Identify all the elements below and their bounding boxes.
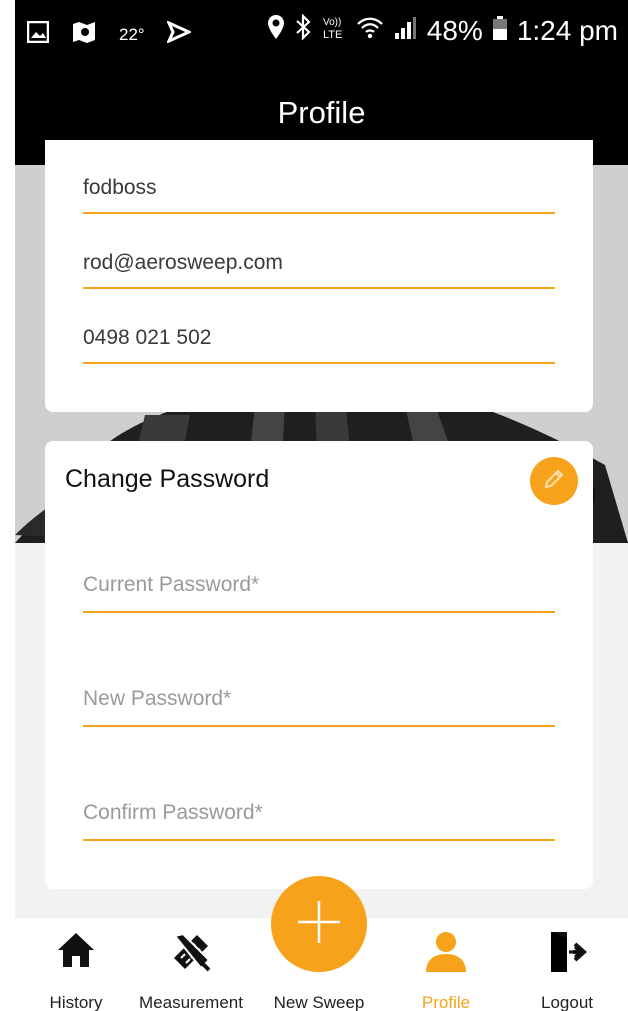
confirm-password-input[interactable]: Confirm Password* [83, 769, 555, 841]
bluetooth-icon [295, 13, 311, 47]
page-title: Profile [277, 95, 366, 130]
nav-logout-label: Logout [541, 993, 593, 1011]
logout-icon [547, 930, 588, 979]
confirm-password-placeholder: Confirm Password* [83, 801, 263, 824]
new-sweep-label: New Sweep [273, 993, 365, 1011]
person-icon [424, 930, 468, 979]
username-value: fodboss [83, 176, 157, 199]
edit-password-button[interactable] [530, 457, 578, 505]
signal-icon [393, 15, 417, 47]
battery-icon [492, 15, 507, 47]
svg-text:LTE: LTE [323, 29, 342, 40]
phone-value: 0498 021 502 [83, 326, 212, 349]
nav-logout[interactable]: Logout [506, 918, 628, 1011]
ruler-pencil-icon [169, 930, 213, 979]
username-field[interactable]: fodboss [83, 140, 555, 214]
phone-field[interactable]: 0498 021 502 [83, 289, 555, 364]
gallery-notification-icon [26, 20, 50, 48]
profile-info-card: fodboss rod@aerosweep.com 0498 021 502 [45, 140, 593, 412]
temperature-text: 22° [119, 24, 145, 44]
current-password-input[interactable]: Current Password* [83, 541, 555, 613]
clock: 1:24 pm [516, 14, 618, 46]
send-notification-icon [165, 20, 193, 48]
status-bar: 22° Vo)) LTE 48% 1:24 pm [15, 0, 628, 70]
nav-history[interactable]: History [15, 918, 137, 1011]
new-password-input[interactable]: New Password* [83, 655, 555, 727]
nav-profile[interactable]: Profile [385, 918, 507, 1011]
nav-history-label: History [49, 993, 103, 1011]
nav-measurement[interactable]: Measurement [130, 918, 252, 1011]
change-password-card: Change Password Current Password* New Pa… [45, 441, 593, 889]
nav-profile-label: Profile [421, 993, 471, 1011]
svg-text:Vo)): Vo)) [323, 17, 341, 28]
new-sweep-button[interactable] [271, 876, 367, 972]
nav-measurement-label: Measurement [139, 993, 243, 1011]
location-pin-icon [267, 14, 285, 47]
new-password-placeholder: New Password* [83, 687, 232, 710]
current-password-placeholder: Current Password* [83, 573, 260, 596]
wifi-icon [357, 15, 383, 47]
screen: 22° Vo)) LTE 48% 1:24 pm Profile fodboss… [15, 0, 628, 1011]
volte-icon: Vo)) LTE [321, 14, 347, 47]
email-value: rod@aerosweep.com [83, 251, 283, 274]
battery-percent: 48% [426, 14, 483, 46]
location-notification-icon [71, 20, 97, 49]
home-icon [56, 930, 96, 975]
pencil-icon [542, 467, 566, 496]
plus-icon [294, 897, 344, 952]
email-field[interactable]: rod@aerosweep.com [83, 214, 555, 289]
change-password-title: Change Password [65, 465, 270, 493]
